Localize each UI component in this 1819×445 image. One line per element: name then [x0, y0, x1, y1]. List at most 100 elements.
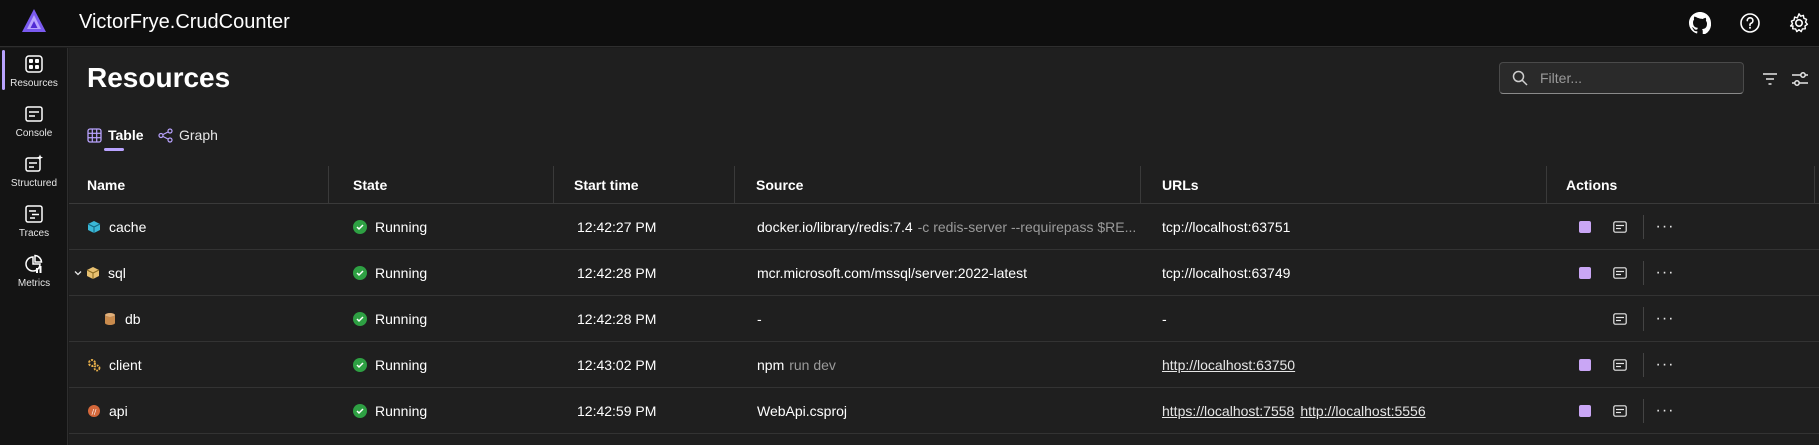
resource-name-cell: sql — [72, 250, 126, 296]
console-logs-icon — [1613, 405, 1627, 417]
sidebar-item-console[interactable]: Console — [0, 98, 68, 146]
source-text: npm — [757, 357, 785, 373]
column-resize-handle[interactable] — [734, 166, 735, 204]
column-header-state[interactable]: State — [353, 166, 387, 204]
sidebar-item-metrics[interactable]: Metrics — [0, 248, 68, 296]
actions-divider — [1643, 215, 1644, 239]
help-icon[interactable] — [1738, 11, 1762, 35]
svg-text://: // — [92, 408, 97, 416]
actions-divider — [1643, 399, 1644, 423]
resource-name-cell: cache — [87, 204, 146, 250]
column-resize-handle[interactable] — [1546, 166, 1547, 204]
page-title: Resources — [87, 62, 231, 93]
sidebar-item-label: Resources — [10, 78, 58, 89]
urls-cell: https://localhost:7558 http://localhost:… — [1162, 388, 1432, 434]
console-icon — [23, 104, 45, 124]
table-row[interactable]: client Running 12:43:02 PM npm run dev ht… — [69, 342, 1819, 388]
console-logs-icon — [1613, 359, 1627, 371]
stop-icon — [1579, 221, 1591, 233]
ellipsis-icon: ··· — [1655, 356, 1675, 373]
sidebar-item-label: Console — [15, 128, 53, 139]
filter-box[interactable] — [1499, 62, 1744, 94]
state-cell: Running — [353, 388, 427, 434]
chevron-down-icon[interactable] — [72, 267, 84, 279]
url-link[interactable]: https://localhost:7558 — [1162, 403, 1294, 419]
executable-icon — [87, 358, 101, 372]
tab-label: Graph — [179, 127, 218, 143]
source-text: docker.io/library/redis:7.4 — [757, 219, 913, 235]
source-cell: mcr.microsoft.com/mssql/server:2022-late… — [757, 250, 1137, 296]
start-time: 12:42:28 PM — [577, 265, 657, 281]
start-time: 12:42:59 PM — [577, 403, 657, 419]
more-actions-button[interactable]: ··· — [1653, 250, 1677, 296]
ellipsis-icon: ··· — [1655, 218, 1675, 235]
column-resize-handle[interactable] — [553, 166, 554, 204]
stop-icon — [1579, 267, 1591, 279]
url-text: - — [1162, 311, 1167, 327]
url-text: tcp://localhost:63749 — [1162, 265, 1291, 281]
options-sliders-icon[interactable] — [1789, 68, 1811, 90]
top-bar: VictorFrye.CrudCounter — [0, 0, 1819, 47]
resource-name: api — [109, 403, 128, 419]
column-header-start-time[interactable]: Start time — [574, 166, 639, 204]
graph-icon — [158, 127, 173, 143]
more-actions-button[interactable]: ··· — [1653, 296, 1677, 342]
tab-label: Table — [108, 127, 144, 143]
start-time: 12:42:27 PM — [577, 219, 657, 235]
settings-icon[interactable] — [1787, 11, 1811, 35]
url-text: tcp://localhost:63751 — [1162, 219, 1291, 235]
state-cell: Running — [353, 204, 427, 250]
source-args: -c redis-server --requirepass $RE... — [917, 219, 1137, 235]
url-link[interactable]: http://localhost:63750 — [1162, 357, 1295, 373]
sidebar-item-label: Metrics — [17, 278, 51, 289]
search-icon — [1512, 70, 1528, 86]
table-row[interactable]: db Running 12:42:28 PM - - ··· — [69, 296, 1819, 342]
console-logs-button[interactable] — [1608, 250, 1632, 296]
console-logs-button[interactable] — [1608, 388, 1632, 434]
traces-icon — [23, 204, 45, 224]
more-actions-button[interactable]: ··· — [1653, 388, 1677, 434]
column-header-source[interactable]: Source — [756, 166, 803, 204]
console-logs-button[interactable] — [1608, 296, 1632, 342]
filter-input[interactable] — [1540, 70, 1730, 86]
table-row[interactable]: // api Running 12:42:59 PM WebApi.csproj… — [69, 388, 1819, 434]
sidebar-item-resources[interactable]: Resources — [0, 48, 68, 96]
start-time: 12:42:28 PM — [577, 311, 657, 327]
source-text: WebApi.csproj — [757, 403, 848, 419]
state-text: Running — [375, 265, 428, 281]
console-logs-button[interactable] — [1608, 342, 1632, 388]
app-title: VictorFrye.CrudCounter — [79, 11, 290, 33]
column-header-urls[interactable]: URLs — [1162, 166, 1199, 204]
aspire-logo[interactable] — [21, 8, 47, 34]
more-actions-button[interactable]: ··· — [1653, 342, 1677, 388]
source-cell: npm run dev — [757, 342, 836, 388]
column-resize-handle[interactable] — [328, 166, 329, 204]
resource-name: cache — [109, 219, 147, 235]
state-cell: Running — [353, 342, 427, 388]
stop-icon — [1579, 359, 1591, 371]
database-icon — [103, 312, 117, 326]
stop-button[interactable] — [1573, 342, 1597, 388]
tab-graph[interactable]: Graph — [158, 122, 218, 148]
source-text: mcr.microsoft.com/mssql/server:2022-late… — [757, 265, 1027, 281]
table-row[interactable]: sql Running 12:42:28 PM mcr.microsoft.co… — [69, 250, 1819, 296]
stop-button[interactable] — [1573, 388, 1597, 434]
console-logs-button[interactable] — [1608, 204, 1632, 250]
state-cell: Running — [353, 296, 427, 342]
source-args: run dev — [789, 357, 836, 373]
more-actions-button[interactable]: ··· — [1653, 204, 1677, 250]
tab-table[interactable]: Table — [87, 122, 144, 148]
sidebar-item-structured[interactable]: Structured — [0, 148, 68, 196]
sidebar-item-traces[interactable]: Traces — [0, 198, 68, 246]
url-link[interactable]: http://localhost:5556 — [1300, 403, 1425, 419]
active-tab-indicator — [104, 148, 124, 151]
metrics-icon — [23, 254, 45, 274]
filter-icon[interactable] — [1759, 68, 1781, 90]
stop-button[interactable] — [1573, 204, 1597, 250]
column-header-name[interactable]: Name — [87, 166, 125, 204]
github-icon[interactable] — [1688, 11, 1712, 35]
stop-button[interactable] — [1573, 250, 1597, 296]
column-resize-handle[interactable] — [1814, 166, 1815, 204]
column-resize-handle[interactable] — [1140, 166, 1141, 204]
table-row[interactable]: cache Running 12:42:27 PM docker.io/libr… — [69, 204, 1819, 250]
